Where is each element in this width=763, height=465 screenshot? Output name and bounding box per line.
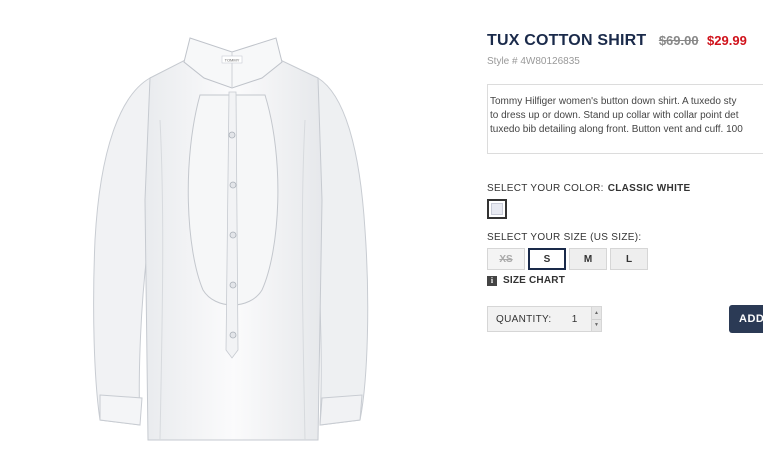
description-line: tuxedo bib detailing along front. Button… <box>490 124 743 135</box>
quantity-input[interactable] <box>565 309 584 329</box>
quantity-control: QUANTITY: ▲ ▼ <box>487 306 602 332</box>
size-label: SELECT YOUR SIZE (US SIZE): <box>487 232 642 243</box>
size-options: XS S M L <box>487 248 648 270</box>
quantity-label: QUANTITY: <box>496 313 552 325</box>
color-swatch-classic-white[interactable] <box>487 199 507 219</box>
size-m-button[interactable]: M <box>569 248 607 270</box>
size-s-button[interactable]: S <box>528 248 566 270</box>
size-l-button[interactable]: L <box>610 248 648 270</box>
quantity-up-icon[interactable]: ▲ <box>592 307 601 319</box>
size-chart-link[interactable]: i SIZE CHART <box>487 275 565 286</box>
color-label-text: SELECT YOUR COLOR: <box>487 183 604 194</box>
original-price: $69.00 <box>658 33 699 48</box>
quantity-stepper: ▲ ▼ <box>591 307 601 331</box>
size-xs-button[interactable]: XS <box>487 248 525 270</box>
product-details: TUX COTTON SHIRT $69.00 $29.99 Style # 4… <box>487 0 763 465</box>
description-box: Tommy Hilfiger women's button down shirt… <box>487 84 763 154</box>
swatch-fill <box>491 203 503 215</box>
add-to-bag-button[interactable]: ADD <box>729 305 763 333</box>
description-line: Tommy Hilfiger women's button down shirt… <box>490 96 737 107</box>
style-number: Style # 4W80126835 <box>487 56 580 67</box>
collar-tag: TOMMY <box>225 58 240 63</box>
description-line: to dress up or down. Stand up collar wit… <box>490 110 739 121</box>
size-chart-label: SIZE CHART <box>503 275 565 286</box>
title-row: TUX COTTON SHIRT $69.00 $29.99 <box>487 32 747 50</box>
info-icon: i <box>487 275 497 286</box>
product-title: TUX COTTON SHIRT <box>487 32 647 49</box>
selected-color-name: CLASSIC WHITE <box>607 183 691 194</box>
sale-price: $29.99 <box>707 33 747 48</box>
quantity-down-icon[interactable]: ▼ <box>592 318 601 331</box>
product-image[interactable]: TOMMY <box>0 0 470 465</box>
color-label: SELECT YOUR COLOR: CLASSIC WHITE <box>487 183 691 194</box>
